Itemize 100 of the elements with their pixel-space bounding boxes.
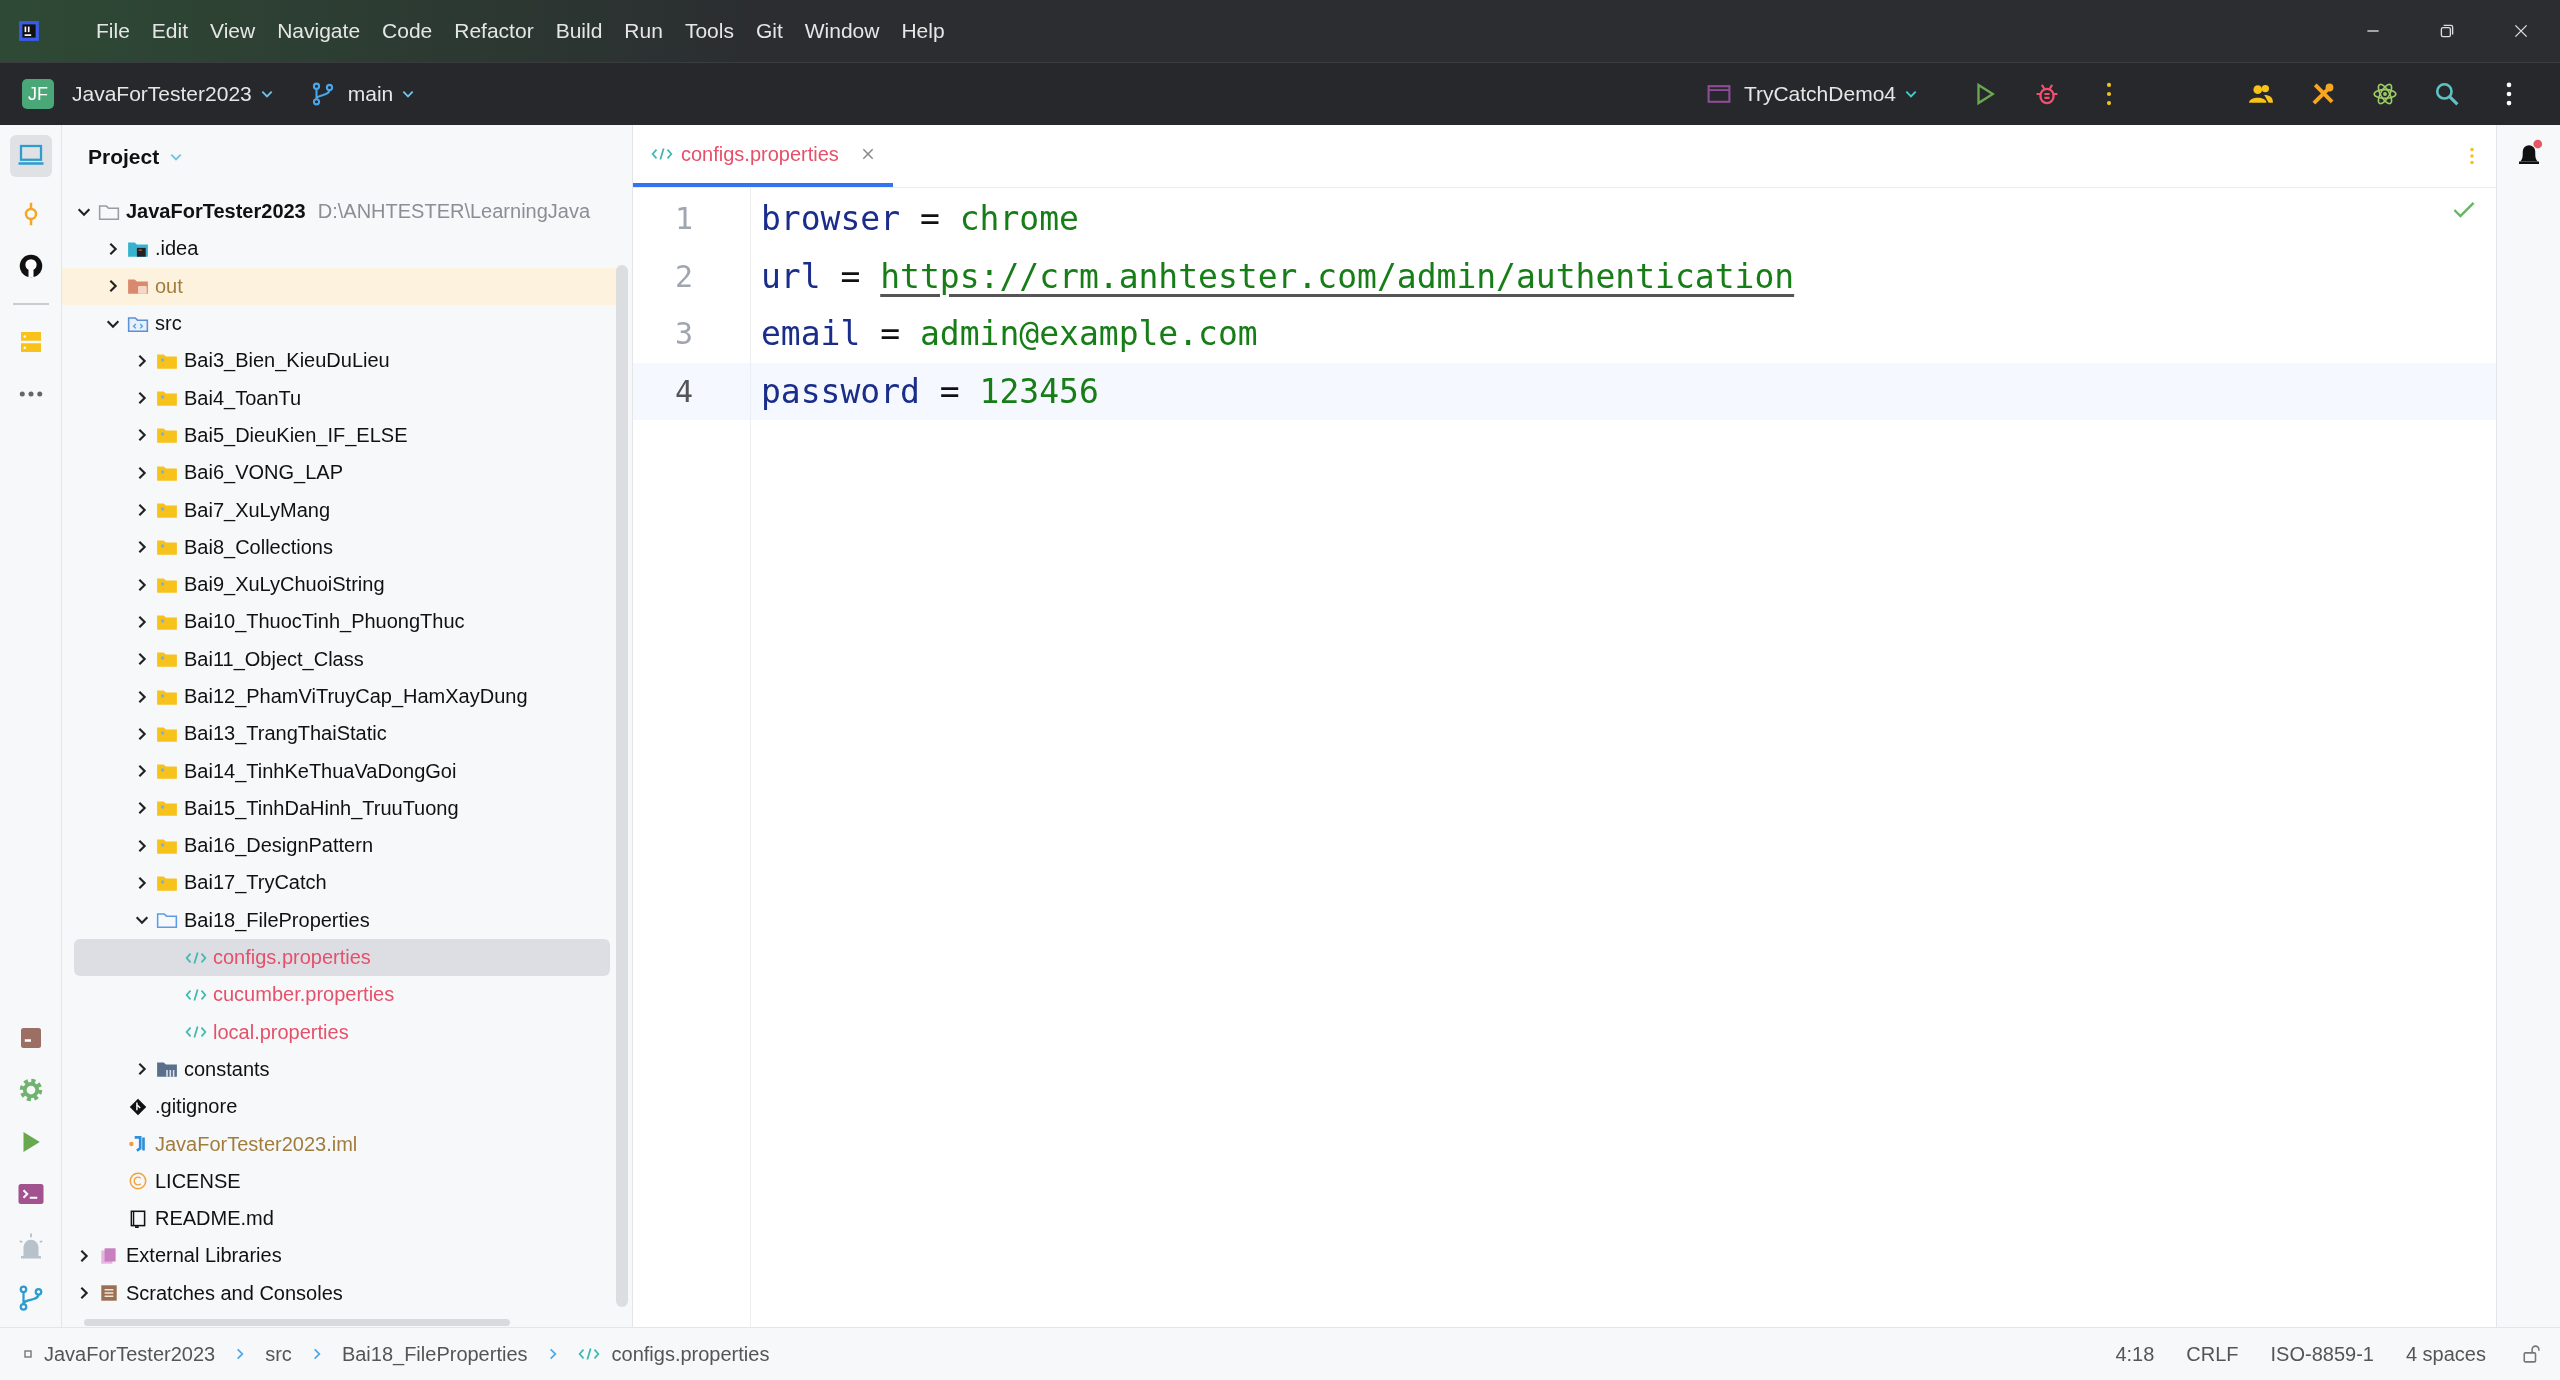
tree-item-label: Bai15_TinhDaHinh_TruuTuong xyxy=(184,796,459,820)
tree-item[interactable]: Scratches and Consoles xyxy=(62,1274,618,1312)
code-line: email = admin@example.com xyxy=(761,314,1258,354)
menu-item[interactable]: View xyxy=(210,19,256,43)
tree-item-label: configs.properties xyxy=(213,946,371,970)
code-line: url = https://crm.anhtester.com/admin/authentication xyxy=(761,256,1795,296)
file-encoding[interactable]: ISO-8859-1 xyxy=(2270,1342,2374,1366)
tree-item-label: src xyxy=(155,312,182,336)
tree-item-label: README.md xyxy=(155,1207,274,1231)
folder-icon xyxy=(156,426,178,445)
breadcrumb[interactable]: configs.properties xyxy=(611,1342,770,1366)
restore-icon[interactable] xyxy=(2438,22,2456,40)
diamond-icon xyxy=(127,1097,149,1116)
tree-item-label: .gitignore xyxy=(155,1095,238,1119)
tree-item[interactable]: LICENSE xyxy=(62,1162,618,1200)
menu-item[interactable]: Tools xyxy=(684,19,734,43)
folder-icon xyxy=(156,612,178,631)
tree-item-label: Bai10_ThuocTinh_PhuongThuc xyxy=(184,610,465,634)
tools-icon[interactable] xyxy=(2310,81,2336,107)
code-line: password = 123456 xyxy=(761,371,1099,411)
line-separator[interactable]: CRLF xyxy=(2186,1342,2239,1366)
folder-icon xyxy=(156,724,178,743)
tree-item-label: cucumber.properties xyxy=(213,983,395,1007)
menu-item[interactable]: Refactor xyxy=(454,19,534,43)
run-configuration-selector[interactable]: TryCatchDemo4 xyxy=(1737,78,1924,110)
menu-item[interactable]: Window xyxy=(804,19,880,43)
menu-item[interactable]: Run xyxy=(624,19,663,43)
tree-item[interactable]: Bai15_TinhDaHinh_TruuTuong xyxy=(62,789,618,828)
checkmark-icon xyxy=(2452,200,2476,220)
code-file-icon xyxy=(651,145,673,163)
tree-item[interactable]: Bai14_TinhKeThuaVaDongGoi xyxy=(62,752,618,790)
panel-title-dropdown[interactable]: Project xyxy=(82,144,190,170)
tree-item[interactable]: .idea xyxy=(62,230,618,268)
tree-item[interactable]: Bai10_ThuocTinh_PhuongThuc xyxy=(62,603,618,641)
line-number: 1 xyxy=(673,201,693,237)
close-icon[interactable] xyxy=(2512,22,2530,40)
tree-item[interactable]: Bai17_TryCatch xyxy=(62,864,618,902)
menu-item[interactable]: Navigate xyxy=(277,19,361,43)
copyright-icon xyxy=(127,1172,149,1191)
scrollbar[interactable] xyxy=(616,265,628,1307)
bug-icon[interactable] xyxy=(2034,81,2060,107)
editor-tab[interactable]: configs.properties xyxy=(633,125,893,187)
tree-item-label: local.properties xyxy=(213,1020,349,1044)
unlocked-padlock-icon[interactable] xyxy=(2522,1345,2540,1363)
tree-item[interactable]: Bai16_DesignPattern xyxy=(62,827,618,865)
tree-item[interactable]: Bai11_Object_Class xyxy=(62,640,618,678)
folder-icon xyxy=(156,1060,178,1079)
search-icon[interactable] xyxy=(2434,81,2460,107)
breadcrumb[interactable]: src xyxy=(265,1342,292,1366)
tree-item[interactable]: JavaForTester2023 D:\ANHTESTER\LearningJava xyxy=(62,193,618,231)
tree-item-label: JavaForTester2023 xyxy=(126,200,306,224)
folder-icon xyxy=(156,799,178,818)
tree-item[interactable]: Bai5_DieuKien_IF_ELSE xyxy=(62,416,618,455)
tree-item[interactable]: JavaForTester2023.iml xyxy=(62,1125,618,1163)
module-icon xyxy=(24,1350,32,1358)
menu-item[interactable]: Git xyxy=(755,19,783,43)
tree-item[interactable]: constants xyxy=(62,1050,618,1089)
tree-item[interactable]: External Libraries xyxy=(62,1237,618,1275)
scrollbar[interactable] xyxy=(84,1319,510,1326)
tree-item[interactable]: Bai9_XuLyChuoiString xyxy=(62,565,618,604)
menu-item[interactable]: Edit xyxy=(151,19,189,43)
tree-item-label: LICENSE xyxy=(155,1169,241,1193)
laptop-icon[interactable] xyxy=(9,135,52,177)
menu-item[interactable]: File xyxy=(96,19,130,43)
tree-item[interactable]: Bai12_PhamViTruyCap_HamXayDung xyxy=(62,677,618,716)
folder-icon xyxy=(156,650,178,669)
tree-item-label: Bai4_ToanTu xyxy=(184,386,302,410)
folder-icon xyxy=(156,911,178,930)
tree-item[interactable]: Bai13_TrangThaiStatic xyxy=(62,715,618,753)
line-number: 4 xyxy=(673,373,693,409)
project-name-dropdown[interactable]: JavaForTester2023 xyxy=(66,78,280,110)
folder-icon xyxy=(127,277,149,296)
caret-position[interactable]: 4:18 xyxy=(2115,1342,2155,1366)
menu-item[interactable]: Build xyxy=(555,19,603,43)
tree-item[interactable]: local.properties xyxy=(62,1013,618,1051)
folder-icon xyxy=(156,501,178,519)
tree-item-label: Bai11_Object_Class xyxy=(184,647,364,671)
breadcrumb[interactable]: JavaForTester2023 xyxy=(44,1342,216,1366)
tree-item[interactable]: Bai4_ToanTu xyxy=(62,379,618,417)
folder-icon xyxy=(156,687,178,706)
indent-setting[interactable]: 4 spaces xyxy=(2405,1342,2486,1366)
folder-icon xyxy=(156,836,178,855)
project-badge: JF xyxy=(22,79,54,109)
branch-selector[interactable]: main xyxy=(341,78,422,110)
tree-item[interactable]: Bai6_VONG_LAP xyxy=(62,454,618,492)
atom-icon[interactable] xyxy=(2372,81,2398,107)
tree-item[interactable]: src xyxy=(62,304,618,343)
tree-item[interactable]: Bai7_XuLyMang xyxy=(62,491,618,529)
app-logo-icon xyxy=(18,20,40,42)
tree-item[interactable]: Bai3_Bien_KieuDuLieu xyxy=(62,342,618,380)
menu-item[interactable]: Help xyxy=(901,19,945,43)
tree-item[interactable]: Bai18_FileProperties xyxy=(62,901,618,939)
breadcrumb[interactable]: Bai18_FileProperties xyxy=(341,1342,528,1366)
tree-item[interactable]: Bai8_Collections xyxy=(62,528,618,566)
folder-icon xyxy=(156,463,178,482)
tree-item[interactable]: README.md xyxy=(62,1200,618,1238)
menu-item[interactable]: Code xyxy=(382,19,433,43)
folder-icon xyxy=(156,874,178,892)
tree-item-label: External Libraries xyxy=(126,1244,282,1268)
tree-item[interactable]: .gitignore xyxy=(62,1088,618,1126)
